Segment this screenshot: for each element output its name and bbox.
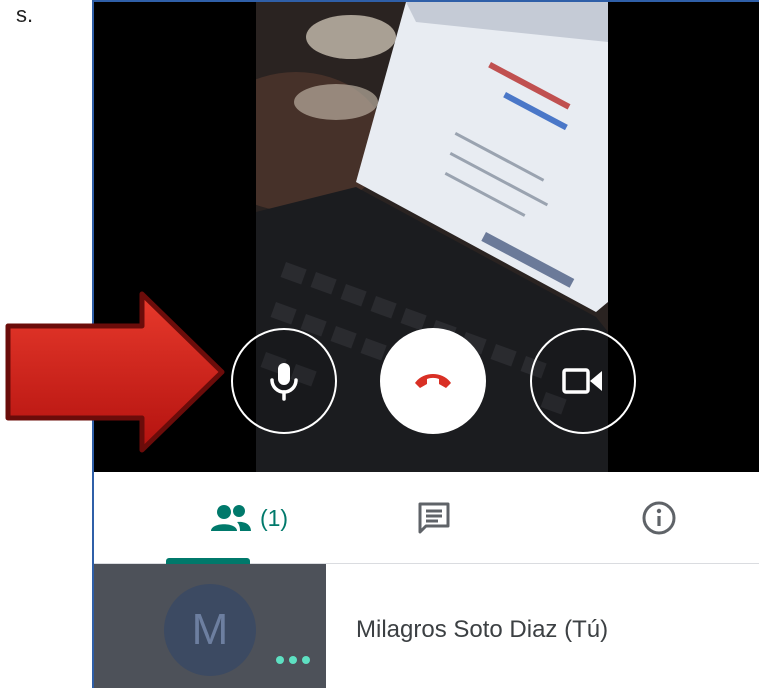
red-arrow-icon bbox=[5, 291, 225, 453]
call-tabs: (1) bbox=[94, 472, 759, 564]
tab-people[interactable]: (1) bbox=[149, 472, 349, 564]
participant-tile: M bbox=[94, 564, 326, 688]
toggle-camera-button[interactable] bbox=[530, 328, 636, 434]
people-count: (1) bbox=[259, 504, 289, 531]
hangup-icon bbox=[415, 374, 451, 388]
end-call-button[interactable] bbox=[380, 328, 486, 434]
chat-icon bbox=[418, 502, 450, 534]
tab-info[interactable] bbox=[599, 472, 719, 564]
participant-row[interactable]: M Milagros Soto Diaz (Tú) bbox=[94, 564, 759, 688]
speaking-indicator-icon bbox=[276, 656, 310, 664]
participant-name: Milagros Soto Diaz (Tú) bbox=[356, 616, 609, 643]
avatar: M bbox=[164, 584, 256, 676]
tab-chat[interactable] bbox=[379, 472, 489, 564]
people-icon bbox=[210, 505, 251, 531]
info-icon bbox=[642, 501, 676, 535]
document-text-fragment: s. bbox=[16, 2, 34, 27]
video-camera-icon bbox=[562, 368, 602, 394]
